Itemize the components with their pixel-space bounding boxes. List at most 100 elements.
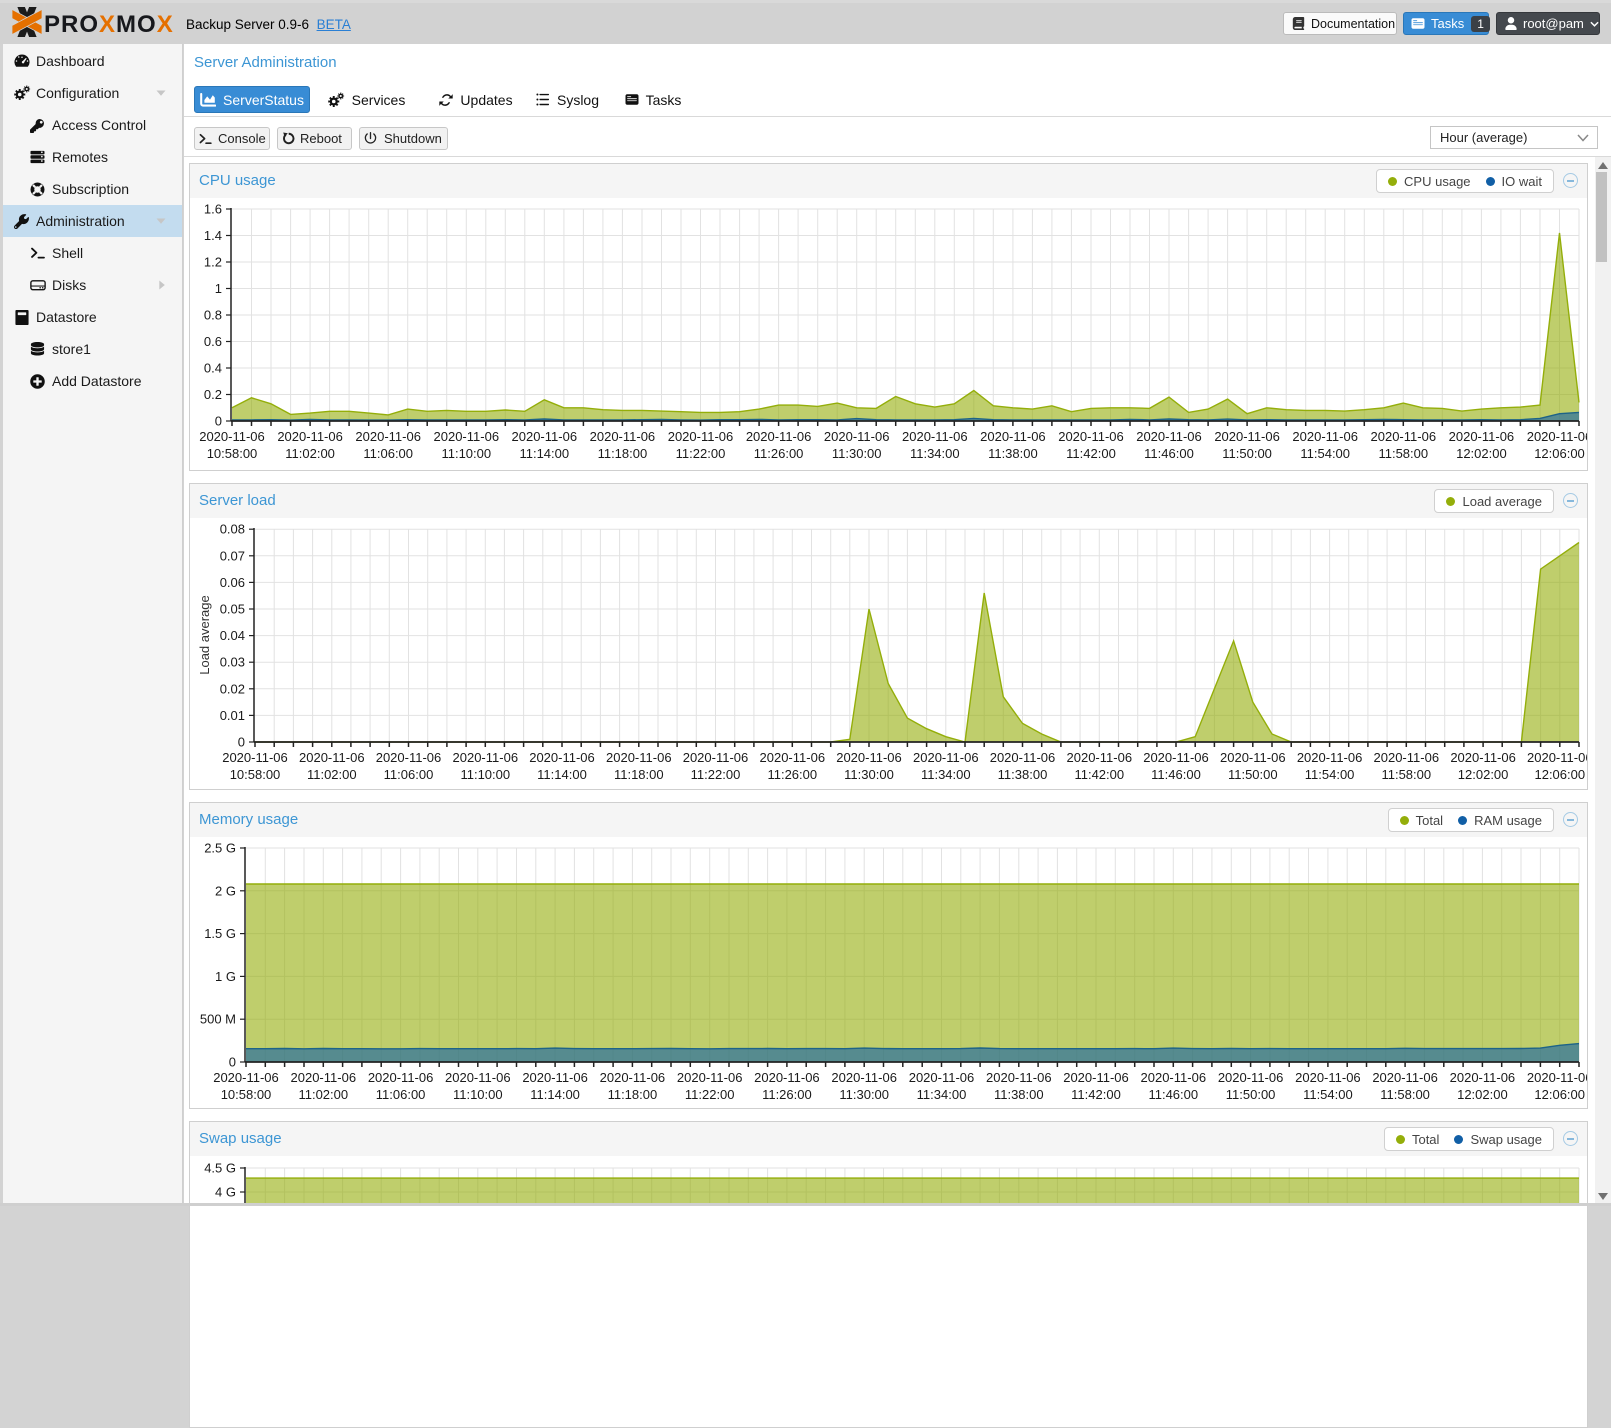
svg-text:2020-11-06: 2020-11-06 [1063, 1070, 1129, 1085]
svg-text:2020-11-06: 2020-11-06 [590, 429, 656, 444]
svg-text:0.04: 0.04 [220, 628, 245, 643]
svg-text:2020-11-06: 2020-11-06 [990, 750, 1056, 765]
svg-text:0.03: 0.03 [220, 655, 245, 670]
svg-text:0.01: 0.01 [220, 708, 245, 723]
svg-text:11:02:00: 11:02:00 [298, 1087, 348, 1102]
svg-text:2020-11-06: 2020-11-06 [1372, 1070, 1438, 1085]
svg-text:10:58:00: 10:58:00 [221, 1087, 272, 1102]
svg-text:2020-11-06: 2020-11-06 [1527, 1070, 1587, 1085]
svg-text:11:14:00: 11:14:00 [519, 446, 569, 461]
svg-text:0.06: 0.06 [220, 575, 245, 590]
svg-text:11:26:00: 11:26:00 [767, 767, 817, 782]
svg-text:2020-11-06: 2020-11-06 [1295, 1070, 1361, 1085]
svg-text:10:58:00: 10:58:00 [230, 767, 281, 782]
svg-text:0.4: 0.4 [204, 361, 222, 376]
svg-text:11:22:00: 11:22:00 [691, 767, 741, 782]
svg-text:11:30:00: 11:30:00 [832, 446, 882, 461]
svg-text:4.5 G: 4.5 G [204, 1161, 236, 1176]
svg-text:1.2: 1.2 [204, 255, 222, 270]
svg-text:11:58:00: 11:58:00 [1381, 767, 1431, 782]
svg-text:2020-11-06: 2020-11-06 [434, 429, 500, 444]
svg-text:11:10:00: 11:10:00 [453, 1087, 503, 1102]
svg-text:2020-11-06: 2020-11-06 [1527, 429, 1587, 444]
svg-text:11:54:00: 11:54:00 [1305, 767, 1355, 782]
svg-text:0.05: 0.05 [220, 602, 245, 617]
svg-text:2020-11-06: 2020-11-06 [1067, 750, 1133, 765]
svg-text:11:38:00: 11:38:00 [988, 446, 1038, 461]
svg-text:0: 0 [238, 735, 245, 750]
svg-text:2020-11-06: 2020-11-06 [1297, 750, 1363, 765]
svg-text:0: 0 [229, 1055, 236, 1070]
svg-text:Load average: Load average [197, 595, 212, 675]
svg-text:2020-11-06: 2020-11-06 [754, 1070, 820, 1085]
svg-text:0.07: 0.07 [220, 548, 245, 563]
svg-text:11:02:00: 11:02:00 [285, 446, 335, 461]
svg-text:11:42:00: 11:42:00 [1074, 767, 1124, 782]
svg-text:2020-11-06: 2020-11-06 [299, 750, 365, 765]
svg-text:11:42:00: 11:42:00 [1071, 1087, 1121, 1102]
svg-text:0.02: 0.02 [220, 681, 245, 696]
svg-text:11:18:00: 11:18:00 [614, 767, 664, 782]
svg-text:11:06:00: 11:06:00 [363, 446, 413, 461]
svg-text:11:30:00: 11:30:00 [844, 767, 894, 782]
svg-text:2020-11-06: 2020-11-06 [376, 750, 442, 765]
svg-text:11:22:00: 11:22:00 [685, 1087, 735, 1102]
svg-text:2020-11-06: 2020-11-06 [909, 1070, 975, 1085]
svg-text:2020-11-06: 2020-11-06 [512, 429, 578, 444]
svg-text:12:02:00: 12:02:00 [1458, 767, 1509, 782]
svg-text:2020-11-06: 2020-11-06 [1220, 750, 1286, 765]
svg-text:0.08: 0.08 [220, 522, 245, 537]
svg-text:2020-11-06: 2020-11-06 [1371, 429, 1437, 444]
svg-text:2020-11-06: 2020-11-06 [453, 750, 519, 765]
svg-text:11:18:00: 11:18:00 [598, 446, 648, 461]
svg-text:2.5 G: 2.5 G [204, 841, 236, 856]
svg-text:2020-11-06: 2020-11-06 [1136, 429, 1202, 444]
svg-text:0.8: 0.8 [204, 308, 222, 323]
svg-text:11:46:00: 11:46:00 [1144, 446, 1194, 461]
svg-text:2020-11-06: 2020-11-06 [522, 1070, 588, 1085]
svg-text:0.6: 0.6 [204, 334, 222, 349]
svg-text:2020-11-06: 2020-11-06 [760, 750, 826, 765]
svg-text:2020-11-06: 2020-11-06 [1374, 750, 1440, 765]
svg-text:2020-11-06: 2020-11-06 [445, 1070, 511, 1085]
svg-text:2020-11-06: 2020-11-06 [986, 1070, 1052, 1085]
svg-text:2020-11-06: 2020-11-06 [222, 750, 288, 765]
svg-text:11:50:00: 11:50:00 [1228, 767, 1278, 782]
svg-text:2020-11-06: 2020-11-06 [902, 429, 968, 444]
svg-text:2020-11-06: 2020-11-06 [355, 429, 421, 444]
svg-text:2020-11-06: 2020-11-06 [1450, 1070, 1516, 1085]
svg-text:11:06:00: 11:06:00 [376, 1087, 426, 1102]
svg-text:2020-11-06: 2020-11-06 [1292, 429, 1358, 444]
svg-text:2020-11-06: 2020-11-06 [529, 750, 595, 765]
svg-text:2020-11-06: 2020-11-06 [746, 429, 812, 444]
svg-text:2020-11-06: 2020-11-06 [1449, 429, 1515, 444]
svg-text:11:46:00: 11:46:00 [1148, 1087, 1198, 1102]
svg-text:11:10:00: 11:10:00 [460, 767, 510, 782]
svg-text:11:10:00: 11:10:00 [441, 446, 491, 461]
svg-text:2 G: 2 G [215, 883, 236, 898]
svg-text:12:06:00: 12:06:00 [1534, 1087, 1585, 1102]
svg-text:2020-11-06: 2020-11-06 [1450, 750, 1516, 765]
svg-text:0.2: 0.2 [204, 387, 222, 402]
svg-text:2020-11-06: 2020-11-06 [683, 750, 749, 765]
svg-text:2020-11-06: 2020-11-06 [1058, 429, 1124, 444]
svg-text:2020-11-06: 2020-11-06 [836, 750, 902, 765]
svg-text:2020-11-06: 2020-11-06 [913, 750, 979, 765]
svg-text:0: 0 [215, 414, 222, 429]
svg-text:11:18:00: 11:18:00 [608, 1087, 658, 1102]
svg-text:2020-11-06: 2020-11-06 [606, 750, 672, 765]
svg-text:11:38:00: 11:38:00 [994, 1087, 1044, 1102]
svg-text:1 G: 1 G [215, 969, 236, 984]
svg-text:11:58:00: 11:58:00 [1378, 446, 1428, 461]
svg-text:11:30:00: 11:30:00 [839, 1087, 889, 1102]
svg-text:2020-11-06: 2020-11-06 [291, 1070, 357, 1085]
svg-text:11:06:00: 11:06:00 [384, 767, 434, 782]
svg-text:11:46:00: 11:46:00 [1151, 767, 1201, 782]
svg-text:12:06:00: 12:06:00 [1534, 446, 1585, 461]
svg-text:500 M: 500 M [200, 1012, 236, 1027]
svg-text:2020-11-06: 2020-11-06 [213, 1070, 279, 1085]
svg-text:12:02:00: 12:02:00 [1457, 1087, 1508, 1102]
svg-text:11:14:00: 11:14:00 [537, 767, 587, 782]
svg-text:2020-11-06: 2020-11-06 [1141, 1070, 1207, 1085]
svg-text:2020-11-06: 2020-11-06 [831, 1070, 897, 1085]
